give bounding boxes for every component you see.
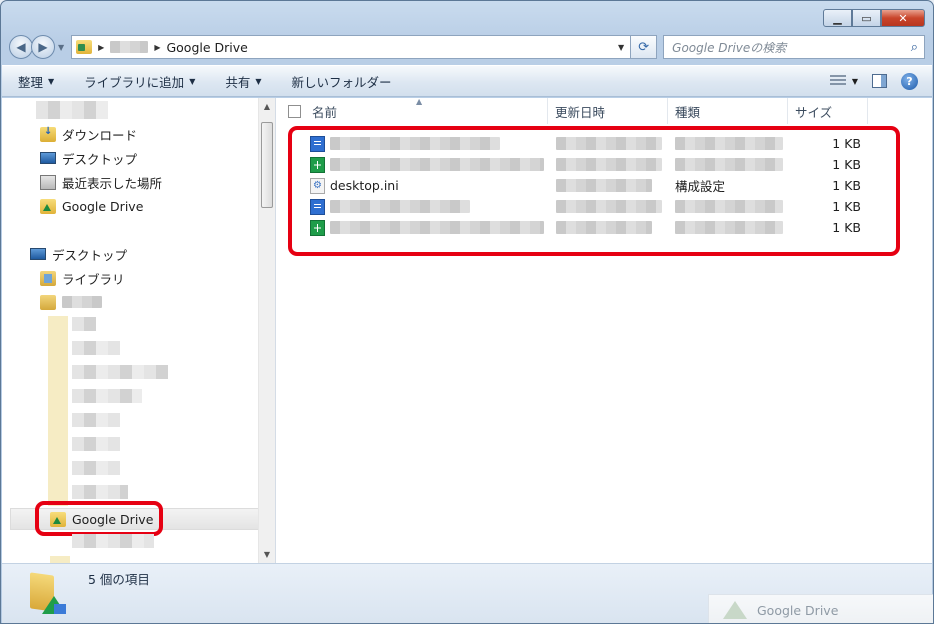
nav-item-downloads[interactable]: ダウンロード — [40, 123, 137, 145]
column-size[interactable]: サイズ — [788, 98, 868, 124]
search-placeholder: Google Driveの検索 — [672, 40, 787, 55]
organize-menu[interactable]: 整理 ▼ — [18, 72, 54, 91]
google-drive-folder-icon — [40, 198, 56, 214]
redacted-label — [62, 296, 102, 308]
highlight-box-nav — [35, 501, 163, 536]
nav-item-google-drive[interactable]: Google Drive — [40, 195, 143, 217]
redacted-item — [72, 413, 120, 427]
redacted-folder-icons — [48, 316, 68, 506]
navigation-row: ◀ ▶ ▼ ▶ ▶ Google Drive ▼ ⟳ Google Driveの… — [9, 33, 925, 61]
column-modified[interactable]: 更新日時 — [548, 98, 668, 124]
address-bar[interactable]: ▶ ▶ Google Drive ▼ — [71, 35, 632, 59]
nav-item-desktop[interactable]: デスクトップ — [40, 147, 137, 169]
column-label: 名前 — [312, 104, 338, 120]
desktop-icon — [40, 152, 56, 164]
nav-item-libraries[interactable]: ライブラリ — [40, 267, 125, 289]
file-list[interactable]: 名前 ▲ 更新日時 種類 サイズ 1 KB 1 KB ⚙ desktop.ini… — [276, 97, 932, 563]
add-to-library-label: ライブラリに追加 — [84, 74, 185, 90]
nav-label: ライブラリ — [62, 271, 125, 287]
back-arrow-icon: ◀ — [16, 40, 26, 54]
nav-item-desktop-root[interactable]: デスクトップ — [30, 243, 127, 265]
user-folder-icon — [40, 294, 56, 310]
folder-icon — [76, 40, 93, 54]
recent-places-icon — [40, 174, 56, 190]
details-pane: 5 個の項目 Google Drive — [2, 563, 933, 623]
nav-item-recent-places[interactable]: 最近表示した場所 — [40, 171, 162, 193]
explorer-window: ▁ ▭ ✕ ◀ ▶ ▼ ▶ ▶ Google Drive ▼ ⟳ Google … — [0, 0, 934, 624]
redacted-item — [72, 437, 120, 451]
column-label: 更新日時 — [555, 104, 606, 120]
address-dropdown-icon[interactable]: ▼ — [612, 43, 630, 52]
google-drive-logo-icon — [723, 601, 747, 619]
download-folder-icon — [40, 126, 56, 142]
toolbar-right: ▼ ? — [829, 72, 918, 90]
main-area: ダウンロード デスクトップ 最近表示した場所 Google Drive デスクト… — [2, 97, 932, 563]
nav-label: ダウンロード — [62, 127, 138, 143]
view-options-icon[interactable] — [829, 75, 846, 87]
new-folder-label: 新しいフォルダー — [291, 74, 392, 90]
chevron-down-icon: ▼ — [189, 76, 196, 86]
column-label: サイズ — [795, 104, 833, 120]
redacted-item — [72, 317, 96, 331]
nav-scrollbar[interactable]: ▲ ▼ — [258, 98, 275, 563]
scroll-up-icon[interactable]: ▲ — [259, 98, 275, 115]
minimize-button[interactable]: ▁ — [823, 9, 852, 27]
back-button[interactable]: ◀ — [9, 35, 33, 59]
scroll-down-icon[interactable]: ▼ — [259, 546, 275, 563]
nav-item-user[interactable] — [40, 291, 102, 313]
redacted-item — [72, 534, 154, 548]
redacted-item — [36, 101, 108, 119]
view-dropdown-icon[interactable]: ▼ — [852, 77, 858, 86]
redacted-item — [72, 389, 142, 403]
command-bar: 整理 ▼ ライブラリに追加 ▼ 共有 ▼ 新しいフォルダー ▼ ? — [2, 65, 932, 97]
redacted-item — [72, 461, 120, 475]
search-icon[interactable]: ⌕ — [911, 40, 918, 55]
redacted-item — [72, 365, 168, 379]
preview-pane-icon[interactable] — [872, 74, 887, 88]
nav-label: デスクトップ — [52, 247, 128, 263]
desktop-icon — [30, 248, 46, 260]
redacted-folder-icons — [50, 556, 70, 563]
share-label: 共有 — [225, 74, 251, 90]
chevron-down-icon: ▼ — [48, 76, 55, 86]
forward-arrow-icon: ▶ — [38, 40, 48, 54]
new-folder-button[interactable]: 新しいフォルダー — [292, 72, 392, 91]
scroll-thumb[interactable] — [261, 122, 273, 208]
library-icon — [40, 270, 56, 286]
column-headers: 名前 ▲ 更新日時 種類 サイズ — [276, 97, 932, 124]
breadcrumb-separator-icon[interactable]: ▶ — [154, 43, 160, 52]
breadcrumb-current[interactable]: Google Drive — [166, 40, 247, 55]
recent-pages-dropdown[interactable]: ▼ — [58, 43, 64, 52]
highlight-box-files — [288, 126, 900, 256]
forward-button[interactable]: ▶ — [31, 35, 55, 59]
organize-label: 整理 — [18, 74, 44, 90]
google-drive-large-folder-icon — [28, 572, 68, 614]
select-all-checkbox[interactable] — [288, 104, 301, 118]
maximize-button[interactable]: ▭ — [852, 9, 881, 27]
close-button[interactable]: ✕ — [881, 9, 925, 27]
redacted-item — [72, 341, 120, 355]
column-name[interactable]: 名前 ▲ — [276, 97, 548, 124]
search-box[interactable]: Google Driveの検索 ⌕ — [663, 35, 925, 59]
column-label: 種類 — [675, 104, 701, 120]
help-icon[interactable]: ? — [901, 72, 918, 90]
google-drive-toast[interactable]: Google Drive — [708, 594, 933, 623]
breadcrumb-user-redacted[interactable] — [110, 41, 149, 53]
refresh-button[interactable]: ⟳ — [631, 35, 658, 59]
add-to-library-menu[interactable]: ライブラリに追加 ▼ — [84, 72, 195, 91]
share-menu[interactable]: 共有 ▼ — [225, 72, 261, 91]
sort-ascending-icon: ▲ — [416, 97, 423, 106]
caption-buttons: ▁ ▭ ✕ — [823, 9, 925, 27]
toast-label: Google Drive — [757, 602, 839, 618]
refresh-icon: ⟳ — [638, 39, 650, 55]
breadcrumb-separator-icon[interactable]: ▶ — [98, 43, 104, 52]
navigation-pane[interactable]: ダウンロード デスクトップ 最近表示した場所 Google Drive デスクト… — [2, 98, 276, 563]
nav-label: 最近表示した場所 — [62, 175, 163, 191]
redacted-item — [72, 485, 128, 499]
item-count: 5 個の項目 — [88, 572, 150, 587]
column-type[interactable]: 種類 — [668, 98, 788, 124]
nav-label: デスクトップ — [62, 151, 138, 167]
nav-label: Google Drive — [62, 198, 144, 214]
chevron-down-icon: ▼ — [255, 76, 262, 86]
